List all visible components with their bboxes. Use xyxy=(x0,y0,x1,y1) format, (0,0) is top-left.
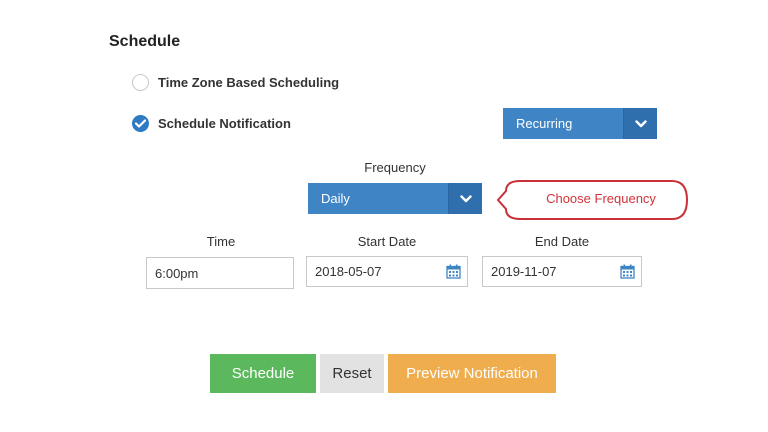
chevron-down-icon[interactable] xyxy=(623,108,657,139)
timezone-radio-option[interactable]: Time Zone Based Scheduling xyxy=(132,72,339,92)
timezone-radio-label: Time Zone Based Scheduling xyxy=(158,74,340,90)
calendar-icon[interactable] xyxy=(613,264,641,279)
end-date-input[interactable]: 2019-11-07 xyxy=(482,256,642,287)
chevron-down-icon[interactable] xyxy=(448,183,482,214)
reset-button[interactable]: Reset xyxy=(320,354,384,393)
notification-radio-option[interactable]: Schedule Notification xyxy=(132,113,291,133)
calendar-icon[interactable] xyxy=(439,264,467,279)
frequency-select[interactable]: Daily xyxy=(308,183,482,214)
preview-notification-button[interactable]: Preview Notification xyxy=(388,354,556,393)
time-label: Time xyxy=(206,234,236,249)
notification-radio-label: Schedule Notification xyxy=(158,115,291,131)
end-date-value: 2019-11-07 xyxy=(491,264,557,279)
recurrence-select-value: Recurring xyxy=(516,116,573,131)
start-date-label: Start Date xyxy=(357,234,417,249)
time-input[interactable]: 6:00pm xyxy=(146,257,294,289)
section-title: Schedule xyxy=(109,33,181,50)
callout-text: Choose Frequency xyxy=(546,191,656,206)
radio-unchecked-icon[interactable] xyxy=(132,73,149,91)
end-date-label: End Date xyxy=(534,234,590,249)
schedule-button[interactable]: Schedule xyxy=(210,354,316,393)
frequency-select-value: Daily xyxy=(321,191,350,206)
start-date-value: 2018-05-07 xyxy=(315,264,382,279)
checkmark-icon xyxy=(135,118,146,128)
frequency-label: Frequency xyxy=(364,160,426,175)
recurrence-select[interactable]: Recurring xyxy=(503,108,657,139)
time-input-value: 6:00pm xyxy=(155,265,199,281)
start-date-input[interactable]: 2018-05-07 xyxy=(306,256,468,287)
radio-checked-icon[interactable] xyxy=(132,114,149,132)
